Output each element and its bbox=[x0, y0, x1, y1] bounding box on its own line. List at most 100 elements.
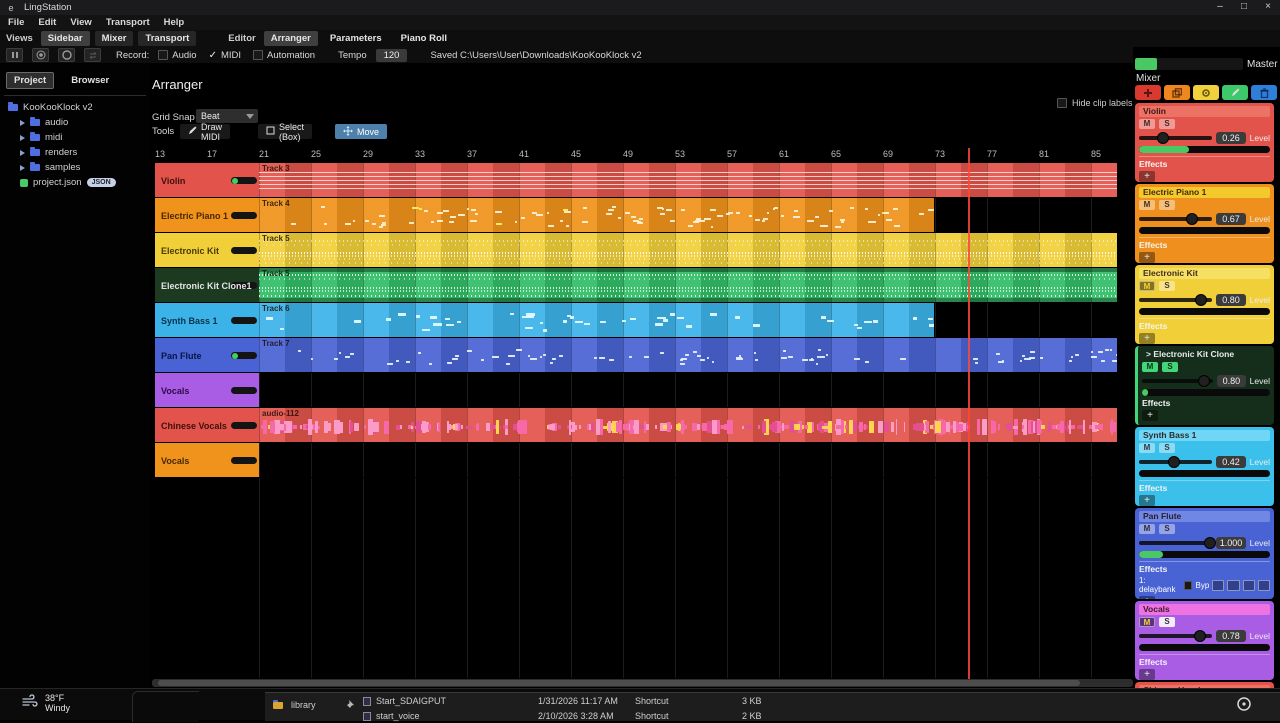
solo-button[interactable]: S bbox=[1159, 119, 1175, 129]
mute-button[interactable]: M bbox=[1139, 524, 1155, 534]
track-header-pan-flute[interactable]: Pan Flute bbox=[155, 338, 259, 373]
add-track-button[interactable] bbox=[1135, 85, 1161, 100]
sidebar-tab-browser[interactable]: Browser bbox=[64, 73, 116, 88]
weather-widget[interactable]: 38°F Windy bbox=[22, 693, 70, 713]
timeline-ruler[interactable]: 13172125293337414549535761656973778185 bbox=[152, 147, 1133, 162]
solo-button[interactable]: S bbox=[1162, 362, 1178, 372]
tree-folder-samples[interactable]: samples bbox=[0, 160, 150, 175]
clip-region[interactable]: Track 5 bbox=[259, 233, 1117, 267]
menu-view[interactable]: View bbox=[70, 17, 91, 28]
track-volume-slider[interactable] bbox=[231, 387, 257, 394]
editor-tab-arranger[interactable]: Arranger bbox=[264, 31, 318, 46]
level-knob[interactable] bbox=[1186, 213, 1198, 225]
maximize-button[interactable]: □ bbox=[1232, 0, 1256, 15]
clip-region[interactable]: Track 6 bbox=[259, 303, 934, 337]
level-knob[interactable] bbox=[1194, 630, 1206, 642]
clip-region[interactable]: Track 5 bbox=[259, 268, 1117, 302]
solo-button[interactable]: S bbox=[1159, 200, 1175, 210]
tool-move[interactable]: Move bbox=[335, 124, 387, 139]
track-header-electronic-kit-clone1[interactable]: Electronic Kit Clone1 bbox=[155, 268, 259, 303]
clip-region[interactable]: Track 7 bbox=[259, 338, 1117, 372]
clip-region[interactable]: audio-112 bbox=[259, 408, 1117, 442]
checkbox-icon[interactable] bbox=[253, 50, 263, 60]
record-toggle-midi[interactable]: ✓MIDI bbox=[209, 50, 241, 61]
menu-edit[interactable]: Edit bbox=[38, 17, 56, 28]
solo-button[interactable]: S bbox=[1159, 281, 1175, 291]
level-knob[interactable] bbox=[1168, 456, 1180, 468]
bypass-checkbox[interactable] bbox=[1184, 581, 1192, 590]
menu-help[interactable]: Help bbox=[164, 17, 185, 28]
level-knob[interactable] bbox=[1157, 132, 1169, 144]
menu-transport[interactable]: Transport bbox=[106, 17, 150, 28]
effect-mini-button[interactable] bbox=[1212, 580, 1224, 591]
view-toggle-sidebar[interactable]: Sidebar bbox=[41, 31, 90, 46]
track-header-vocals[interactable]: Vocals bbox=[155, 373, 259, 408]
mute-button[interactable]: M bbox=[1139, 443, 1155, 453]
clip-region[interactable]: Track 3 bbox=[259, 163, 1117, 197]
track-volume-slider[interactable] bbox=[231, 457, 257, 464]
level-slider[interactable] bbox=[1139, 541, 1212, 545]
tempo-value[interactable]: 120 bbox=[376, 49, 408, 62]
track-volume-slider[interactable] bbox=[231, 247, 257, 254]
sidebar-tab-project[interactable]: Project bbox=[6, 72, 54, 89]
checkbox-icon[interactable] bbox=[1057, 98, 1067, 108]
close-button[interactable]: × bbox=[1256, 0, 1280, 15]
clip-region[interactable]: Track 4 bbox=[259, 198, 934, 232]
record-button[interactable] bbox=[32, 48, 49, 62]
solo-button[interactable]: S bbox=[1159, 617, 1175, 627]
level-knob[interactable] bbox=[1195, 294, 1207, 306]
explorer-folder-row[interactable]: library bbox=[273, 699, 355, 711]
level-value[interactable]: 0.78 bbox=[1216, 630, 1245, 642]
level-value[interactable]: 0.67 bbox=[1216, 213, 1245, 225]
level-slider[interactable] bbox=[1139, 634, 1212, 638]
record-toggle-automation[interactable]: Automation bbox=[253, 50, 315, 61]
tree-folder-audio[interactable]: audio bbox=[0, 115, 150, 130]
level-slider[interactable] bbox=[1139, 460, 1212, 464]
editor-tab-parameters[interactable]: Parameters bbox=[323, 31, 389, 46]
effects-add-button[interactable]: + bbox=[1139, 596, 1155, 599]
track-volume-slider[interactable] bbox=[231, 422, 257, 429]
level-knob[interactable] bbox=[1198, 375, 1210, 387]
delete-track-button[interactable] bbox=[1251, 85, 1277, 100]
duplicate-track-button[interactable] bbox=[1164, 85, 1190, 100]
track-header-synth-bass-1[interactable]: Synth Bass 1 bbox=[155, 303, 259, 338]
tree-root[interactable]: KooKooKlock v2 bbox=[0, 100, 150, 115]
effect-mini-button[interactable] bbox=[1258, 580, 1270, 591]
tree-folder-midi[interactable]: midi bbox=[0, 130, 150, 145]
level-slider[interactable] bbox=[1139, 217, 1212, 221]
tool-select-box-[interactable]: Select (Box) bbox=[258, 124, 312, 139]
effects-add-button[interactable]: + bbox=[1139, 495, 1155, 506]
tree-folder-renders[interactable]: renders bbox=[0, 145, 150, 160]
file-explorer-window[interactable]: libraryStart_SDAIGPUT1/31/2026 11:17 AMS… bbox=[265, 692, 1280, 721]
level-slider[interactable] bbox=[1139, 298, 1212, 302]
effects-add-button[interactable]: + bbox=[1139, 171, 1155, 182]
record-toggle-audio[interactable]: Audio bbox=[158, 50, 196, 61]
mute-button[interactable]: M bbox=[1139, 200, 1155, 210]
track-settings-button[interactable] bbox=[1193, 85, 1219, 100]
track-header-chinese-vocals[interactable]: Chinese Vocals bbox=[155, 408, 259, 443]
track-header-vocals[interactable]: Vocals bbox=[155, 443, 259, 478]
effects-add-button[interactable]: + bbox=[1139, 333, 1155, 344]
level-value[interactable]: 0.80 bbox=[1216, 294, 1245, 306]
effects-add-button[interactable]: + bbox=[1139, 669, 1155, 680]
track-header-electronic-kit[interactable]: Electronic Kit bbox=[155, 233, 259, 268]
track-volume-slider[interactable] bbox=[231, 212, 257, 219]
scrollbar-thumb[interactable] bbox=[158, 680, 1080, 686]
effect-mini-button[interactable] bbox=[1227, 580, 1239, 591]
view-toggle-mixer[interactable]: Mixer bbox=[95, 31, 134, 46]
minimize-button[interactable]: – bbox=[1208, 0, 1232, 15]
loop-button[interactable] bbox=[84, 48, 101, 62]
hide-clip-labels-checkbox[interactable]: Hide clip labels bbox=[1057, 98, 1133, 108]
level-value[interactable]: 1.000 bbox=[1216, 537, 1245, 549]
solo-button[interactable]: S bbox=[1159, 524, 1175, 534]
level-value[interactable]: 0.26 bbox=[1216, 132, 1245, 144]
editor-tab-piano-roll[interactable]: Piano Roll bbox=[394, 31, 454, 46]
level-value[interactable]: 0.42 bbox=[1216, 456, 1245, 468]
horizontal-scrollbar[interactable] bbox=[152, 679, 1133, 687]
level-knob[interactable] bbox=[1204, 537, 1216, 549]
effects-add-button[interactable]: + bbox=[1142, 410, 1158, 421]
level-value[interactable]: 0.80 bbox=[1217, 375, 1245, 387]
stop-button[interactable] bbox=[58, 48, 75, 62]
solo-button[interactable]: S bbox=[1159, 443, 1175, 453]
view-toggle-transport[interactable]: Transport bbox=[138, 31, 196, 46]
